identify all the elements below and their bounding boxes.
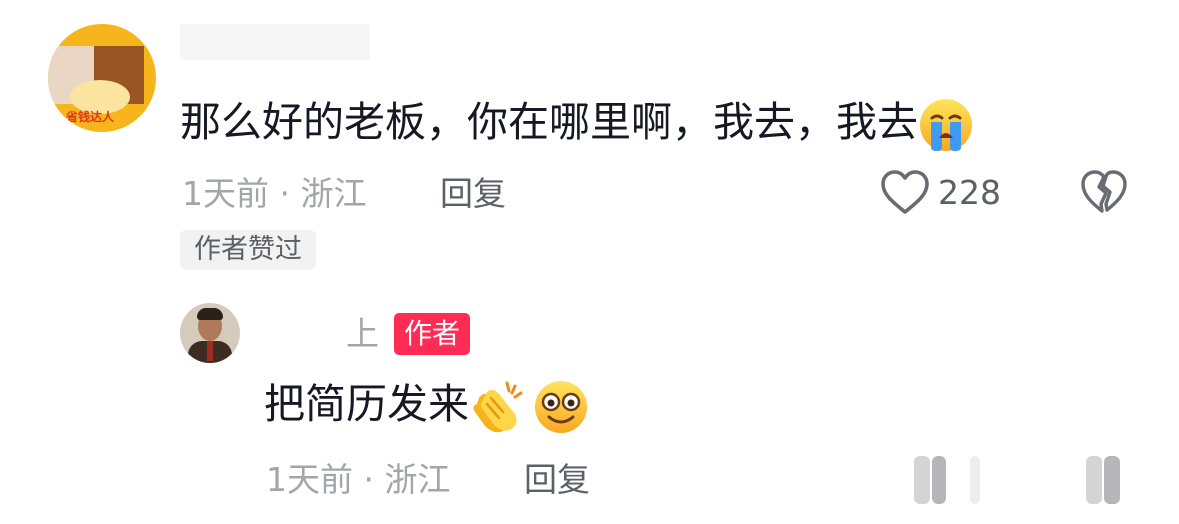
avatar-badge: 省钱达人 <box>66 110 115 124</box>
reply-button[interactable]: 回复 <box>524 458 590 502</box>
heart-outline-icon <box>881 170 929 214</box>
obscured-action-icon <box>1104 456 1120 504</box>
comment-timestamp-location: 1天前 · 浙江 <box>182 174 367 213</box>
reply-button[interactable]: 回复 <box>440 172 506 216</box>
comment-body: 那么好的老板，你在哪里啊，我去，我去 <box>180 98 918 146</box>
author-liked-badge: 作者赞过 <box>180 230 316 270</box>
reply-body: 把简历发来 <box>264 380 469 428</box>
comment-text: 那么好的老板，你在哪里啊，我去，我去 <box>180 94 974 153</box>
smiling-face-emoji <box>535 381 587 433</box>
avatar[interactable]: 省钱达人 <box>48 24 156 132</box>
obscured-action-icon <box>970 456 980 504</box>
reply-text: 把简历发来 <box>264 376 591 436</box>
crying-face-emoji <box>920 99 972 151</box>
obscured-action-icon <box>914 456 930 504</box>
reply-username[interactable]: 上 <box>346 312 379 356</box>
author-tag: 作者 <box>394 313 471 355</box>
avatar-figure <box>197 308 223 320</box>
broken-heart-icon <box>1081 170 1127 213</box>
obscured-action-icon <box>932 456 946 504</box>
reply-timestamp-location: 1天前 · 浙江 <box>266 460 451 499</box>
dislike-button[interactable] <box>1080 168 1128 216</box>
clapping-hands-emoji <box>473 381 523 433</box>
username-redacted <box>180 24 370 60</box>
author-avatar[interactable] <box>180 303 240 363</box>
avatar-figure <box>207 341 213 361</box>
obscured-action-icon <box>1086 456 1102 504</box>
like-button[interactable]: 228 <box>880 168 1001 216</box>
like-count: 228 <box>938 172 1001 212</box>
